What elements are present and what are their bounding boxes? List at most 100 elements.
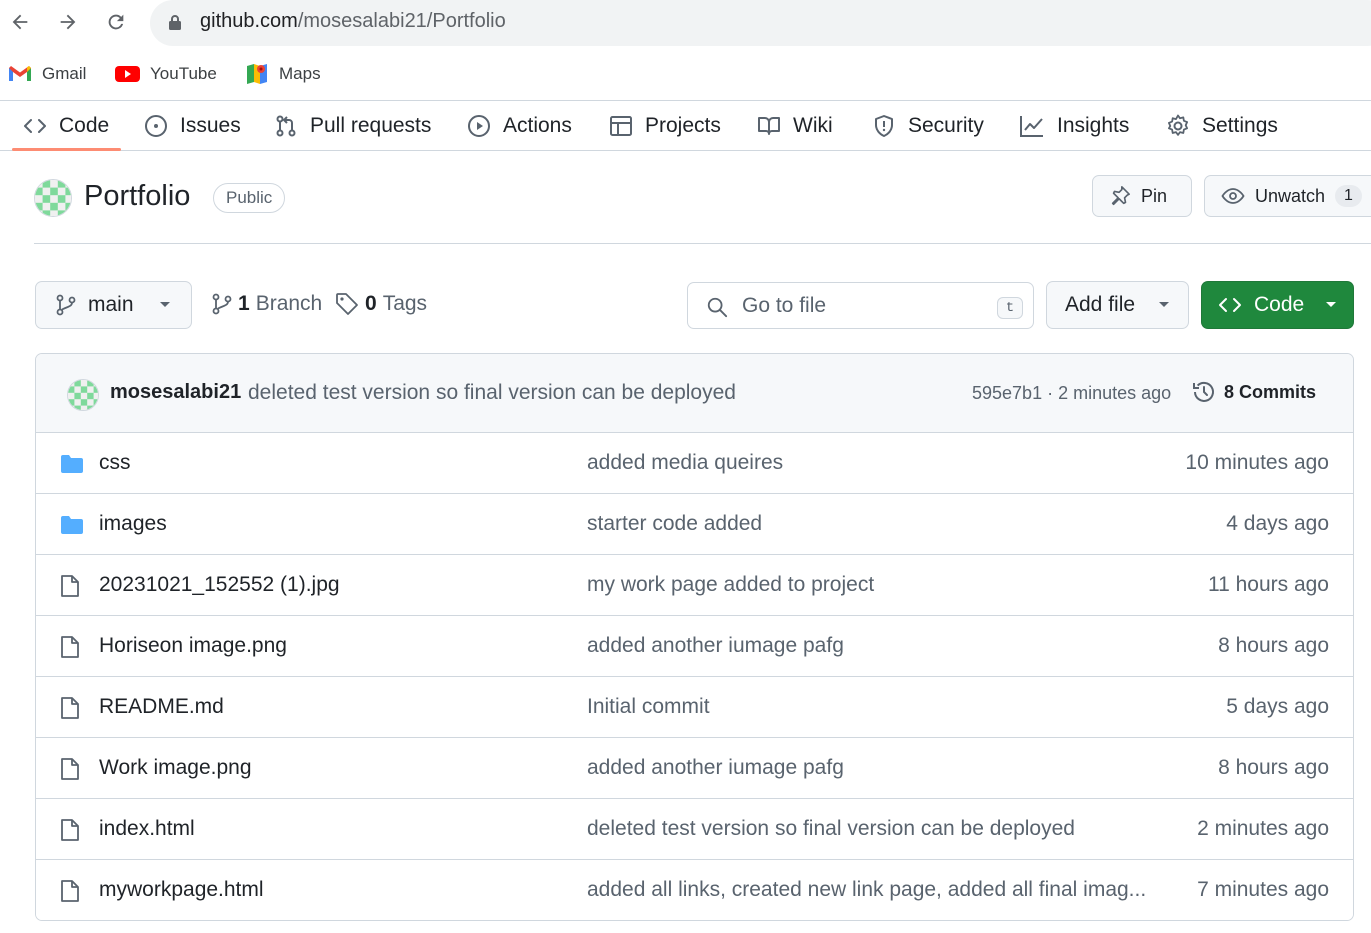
file-commit-message[interactable]: added all links, created new link page, … [587, 878, 1147, 902]
repo-title[interactable]: Portfolio [84, 180, 190, 213]
repo-owner-avatar[interactable] [34, 179, 72, 217]
commit-author[interactable]: mosesalabi21 [110, 381, 241, 404]
code-icon [1219, 298, 1241, 312]
file-commit-message[interactable]: added media queires [587, 451, 1147, 475]
file-row[interactable]: Horiseon image.png added another iumage p… [36, 616, 1353, 677]
file-commit-date: 7 minutes ago [1197, 878, 1329, 901]
file-name-link[interactable]: myworkpage.html [99, 878, 264, 902]
tags-link[interactable]: 0 Tags [335, 292, 427, 316]
branch-selector[interactable]: main [35, 281, 192, 329]
header-divider [34, 243, 1371, 244]
file-commit-message[interactable]: added another iumage pafg [587, 756, 1147, 780]
bookmark-youtube[interactable]: YouTube [115, 62, 217, 86]
pin-icon [1111, 186, 1130, 206]
branch-count: 1 [238, 292, 250, 315]
file-name-link[interactable]: Work image.png [99, 756, 252, 780]
bookmark-maps[interactable]: Maps [245, 62, 321, 86]
file-commit-message[interactable]: added another iumage pafg [587, 634, 1147, 658]
file-row[interactable]: images starter code added 4 days ago [36, 494, 1353, 555]
file-commit-message[interactable]: starter code added [587, 512, 1147, 536]
add-file-label: Add file [1065, 293, 1136, 316]
gear-icon [1166, 114, 1190, 138]
pin-button[interactable]: Pin [1092, 175, 1192, 217]
commit-sha-time[interactable]: 595e7b1 · 2 minutes ago [972, 383, 1171, 404]
file-commit-date: 11 hours ago [1207, 573, 1329, 596]
tab-actions[interactable]: Actions [467, 101, 572, 151]
file-row[interactable]: Work image.png added another iumage pafg 8… [36, 738, 1353, 799]
latest-commit-bar: mosesalabi21 deleted test version so fin… [36, 354, 1353, 433]
add-file-button[interactable]: Add file [1046, 281, 1189, 329]
tab-label: Wiki [793, 114, 833, 137]
back-arrow-icon [12, 14, 28, 30]
commits-history-link[interactable]: 8 Commits [1192, 380, 1316, 404]
back-button[interactable] [5, 7, 35, 37]
address-bar[interactable]: github.com/mosesalabi21/Portfolio [150, 0, 1371, 46]
shortcut-hint: t [997, 297, 1023, 319]
gmail-icon [9, 66, 31, 81]
code-button[interactable]: Code [1201, 281, 1354, 329]
tab-wiki[interactable]: Wiki [757, 101, 833, 151]
issue-icon [144, 114, 168, 138]
file-icon [60, 574, 80, 603]
file-name-link[interactable]: index.html [99, 817, 195, 841]
file-icon [60, 696, 80, 725]
lock-icon [169, 15, 181, 30]
shield-icon [872, 114, 896, 138]
url-host: github.com [200, 10, 298, 32]
file-name-link[interactable]: images [99, 512, 167, 536]
file-commit-date: 5 days ago [1226, 695, 1329, 718]
file-commit-date: 8 hours ago [1218, 756, 1329, 779]
file-name-link[interactable]: Horiseon image.png [99, 634, 287, 658]
git-branch-icon [56, 294, 76, 316]
forward-button[interactable] [53, 7, 83, 37]
file-name-link[interactable]: css [99, 451, 131, 475]
chevron-down-icon [1159, 302, 1169, 307]
tab-label: Projects [645, 114, 721, 137]
identicon-icon [68, 380, 98, 410]
file-row[interactable]: 20231021_152552 (1).jpg my work page adde… [36, 555, 1353, 616]
commit-message[interactable]: deleted test version so final version ca… [248, 381, 736, 405]
go-to-file-input[interactable] [742, 291, 972, 321]
tab-pull-requests[interactable]: Pull requests [274, 101, 431, 151]
file-row[interactable]: css added media queires 10 minutes ago [36, 433, 1353, 494]
forward-arrow-icon [60, 14, 76, 30]
pull-request-icon [274, 114, 298, 138]
reload-button[interactable] [101, 7, 131, 37]
folder-icon [60, 515, 84, 540]
tab-label: Issues [180, 114, 241, 137]
tab-security[interactable]: Security [872, 101, 984, 151]
file-commit-date: 4 days ago [1226, 512, 1329, 535]
tab-insights[interactable]: Insights [1019, 101, 1129, 151]
branches-link[interactable]: 1 Branch [212, 292, 322, 316]
file-commit-date: 2 minutes ago [1197, 817, 1329, 840]
file-commit-message[interactable]: my work page added to project [587, 573, 1147, 597]
git-branch-icon [212, 293, 232, 315]
tab-label: Pull requests [310, 114, 432, 137]
url-text: github.com/mosesalabi21/Portfolio [200, 10, 506, 33]
file-row[interactable]: index.html deleted test version so final … [36, 799, 1353, 860]
go-to-file-search[interactable]: t [687, 282, 1034, 329]
file-commit-date: 8 hours ago [1218, 634, 1329, 657]
search-icon [707, 297, 728, 318]
file-commit-message[interactable]: deleted test version so final version ca… [587, 817, 1147, 841]
branch-label: Branch [255, 292, 323, 315]
file-commit-message[interactable]: Initial commit [587, 695, 1147, 719]
file-row[interactable]: myworkpage.html added all links, created … [36, 860, 1353, 920]
file-name-link[interactable]: 20231021_152552 (1).jpg [99, 573, 340, 597]
tab-code[interactable]: Code [23, 101, 109, 151]
pin-label: Pin [1141, 185, 1168, 206]
unwatch-button[interactable]: Unwatch 1 [1204, 175, 1371, 217]
tab-issues[interactable]: Issues [144, 101, 241, 151]
commit-author-avatar[interactable] [67, 379, 99, 411]
file-name-link[interactable]: README.md [99, 695, 224, 719]
file-commit-date: 10 minutes ago [1185, 451, 1329, 474]
tab-projects[interactable]: Projects [609, 101, 721, 151]
url-path: /mosesalabi21/Portfolio [297, 10, 506, 32]
file-icon [60, 635, 80, 664]
file-icon [60, 879, 80, 908]
file-row[interactable]: README.md Initial commit 5 days ago [36, 677, 1353, 738]
watch-count-badge: 1 [1335, 185, 1362, 207]
bookmark-gmail[interactable]: Gmail [8, 62, 86, 86]
tab-label: Actions [503, 114, 572, 137]
tab-settings[interactable]: Settings [1166, 101, 1278, 151]
